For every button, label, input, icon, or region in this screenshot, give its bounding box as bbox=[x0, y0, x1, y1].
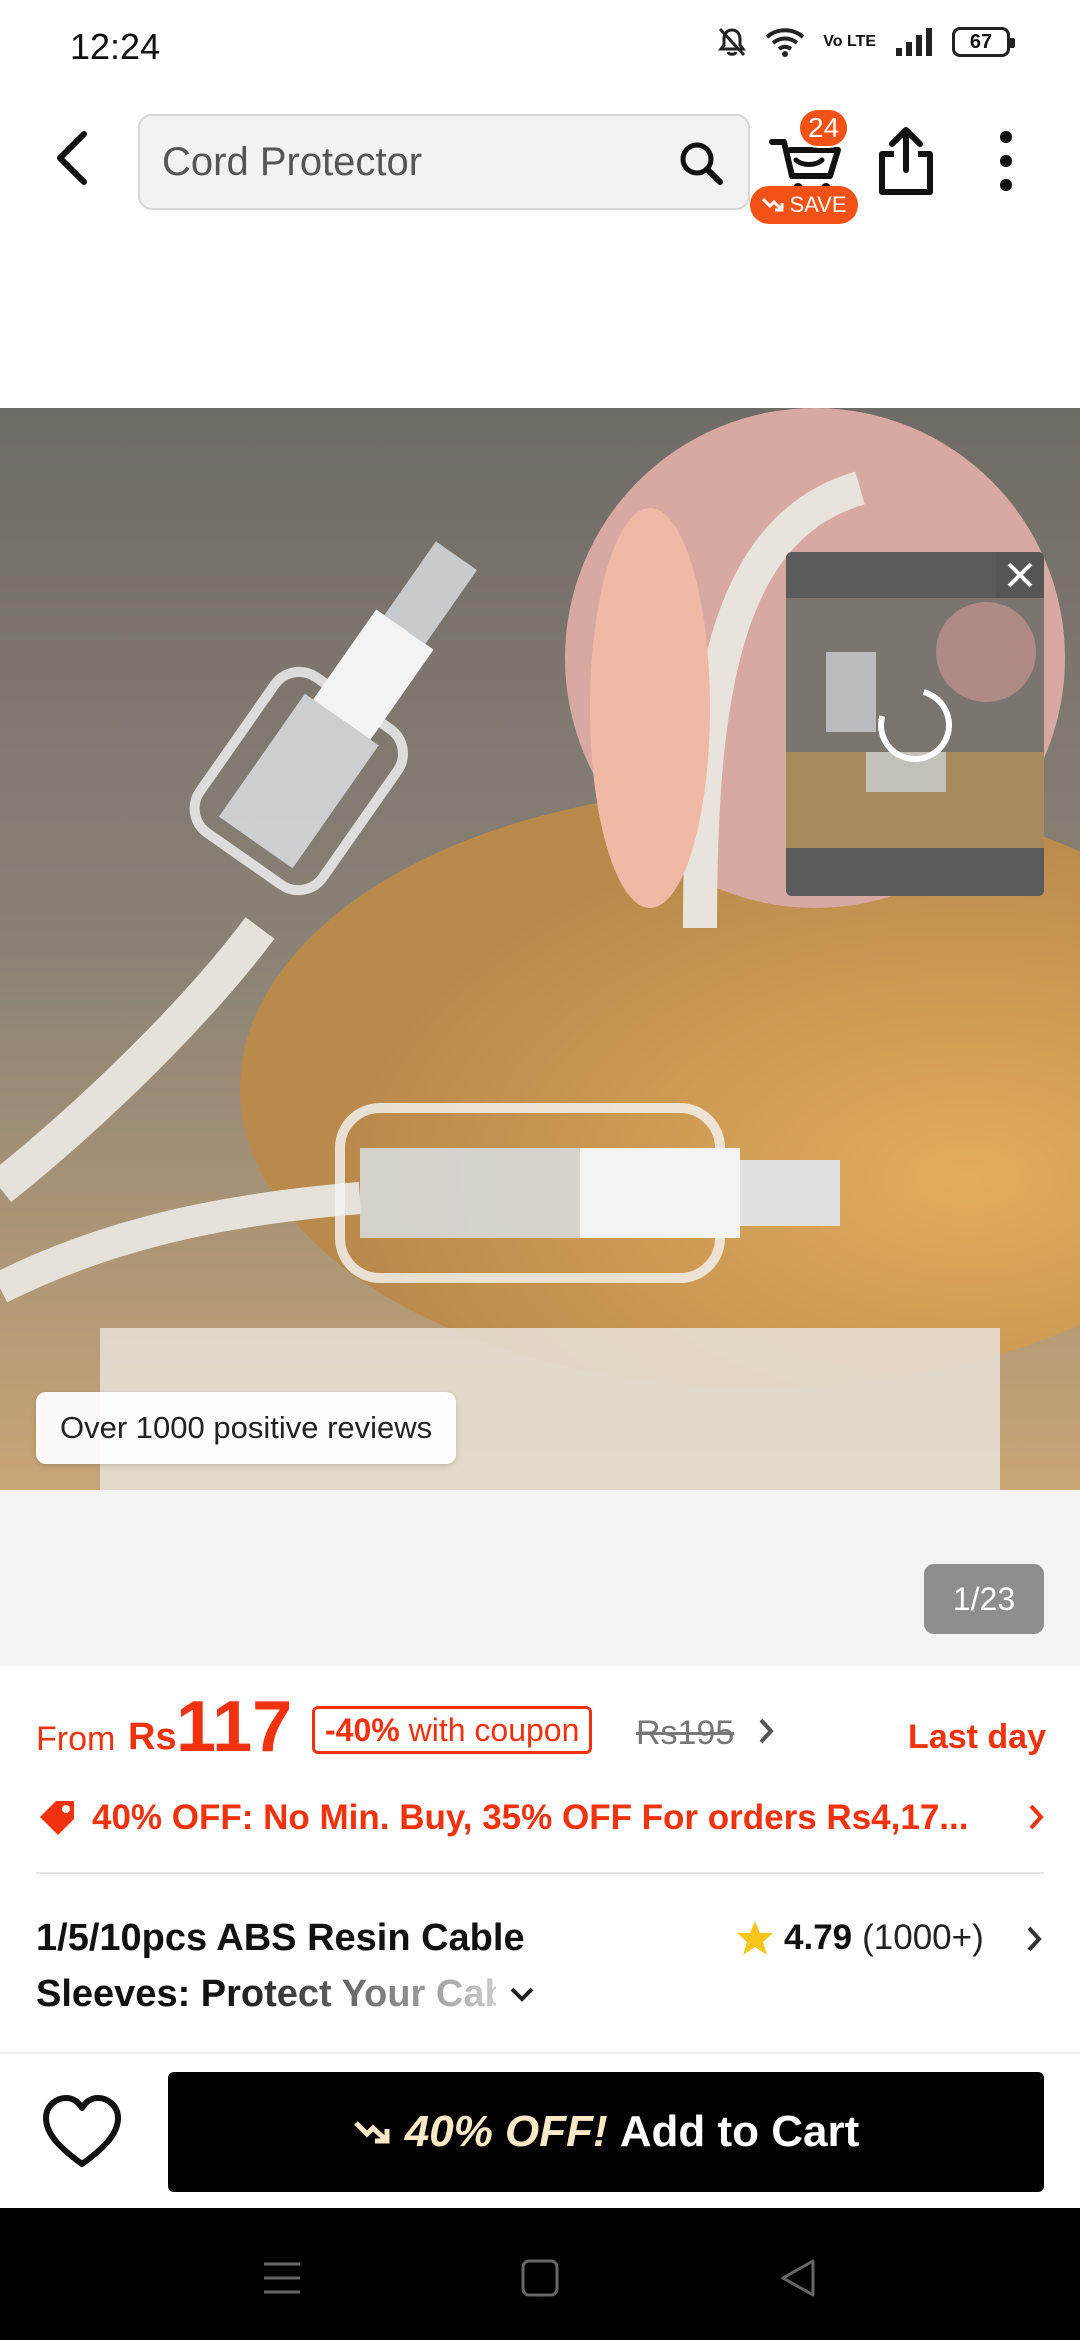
top-nav: 24 SAVE bbox=[0, 96, 1080, 226]
square-icon bbox=[521, 2259, 559, 2297]
home-button[interactable] bbox=[510, 2248, 570, 2308]
chevron-right-icon[interactable] bbox=[1024, 1924, 1044, 1954]
back-button[interactable] bbox=[40, 126, 104, 190]
status-time: 12:24 bbox=[70, 26, 161, 67]
search-icon[interactable] bbox=[678, 140, 724, 186]
rating[interactable]: 4.79 (1000+) bbox=[736, 1910, 984, 1966]
system-back-button[interactable] bbox=[768, 2248, 828, 2308]
price-row: From Rs 117 -40% with coupon Rs195 Last … bbox=[36, 1687, 1046, 1770]
signal-icon bbox=[896, 28, 932, 56]
wishlist-button[interactable] bbox=[40, 2094, 128, 2174]
add-to-cart-label: Add to Cart bbox=[619, 2107, 860, 2156]
battery-icon: 67 bbox=[952, 27, 1015, 57]
image-page-counter: 1/23 bbox=[924, 1564, 1044, 1634]
more-vertical-icon bbox=[1000, 131, 1012, 143]
recent-apps-button[interactable] bbox=[252, 2248, 312, 2308]
gallery-strip: 1/23 bbox=[0, 1490, 1080, 1666]
product-title-line2: Sleeves: Protect Your Cables Fro. bbox=[36, 1966, 496, 2022]
search-input[interactable] bbox=[162, 116, 642, 208]
from-label: From bbox=[36, 1720, 116, 1758]
product-title-line1: 1/5/10pcs ABS Resin Cable bbox=[36, 1917, 525, 1959]
cart-discount-label: 40% OFF! bbox=[404, 2107, 608, 2156]
promo-row[interactable]: 40% OFF: No Min. Buy, 35% OFF For orders… bbox=[36, 1790, 1046, 1846]
rating-count: (1000+) bbox=[862, 1918, 984, 1957]
deadline-label: Last day bbox=[908, 1718, 1046, 1756]
android-nav-bar bbox=[0, 2208, 1080, 2340]
status-icons: Vo LTE 67 bbox=[717, 26, 1015, 58]
coupon-discount: -40% bbox=[325, 1711, 400, 1748]
chevron-down-icon[interactable] bbox=[508, 1984, 536, 2004]
video-preview[interactable] bbox=[786, 552, 1044, 896]
bottom-action-bar: 40% OFF! Add to Cart bbox=[0, 2052, 1080, 2208]
title-row: 1/5/10pcs ABS Resin Cable Sleeves: Prote… bbox=[36, 1910, 1046, 2020]
more-options-button[interactable] bbox=[986, 126, 1026, 196]
mute-bell-icon bbox=[718, 27, 747, 57]
share-icon bbox=[879, 127, 933, 195]
heart-icon bbox=[43, 2095, 121, 2167]
save-label: SAVE bbox=[789, 192, 847, 217]
share-button[interactable] bbox=[874, 126, 938, 196]
add-to-cart-button[interactable]: 40% OFF! Add to Cart bbox=[168, 2072, 1044, 2192]
divider bbox=[36, 1872, 1044, 1874]
tag-icon bbox=[40, 1801, 74, 1835]
chevron-right-icon[interactable] bbox=[1026, 1802, 1046, 1832]
search-box[interactable] bbox=[138, 114, 750, 210]
original-price[interactable]: Rs195 bbox=[636, 1714, 734, 1753]
price-value: 117 bbox=[176, 1687, 293, 1767]
trend-down-icon bbox=[762, 197, 784, 212]
promo-text: 40% OFF: No Min. Buy, 35% OFF For orders… bbox=[92, 1798, 969, 1837]
rating-value: 4.79 bbox=[784, 1918, 853, 1957]
video-close-button[interactable] bbox=[996, 552, 1044, 598]
volte-icon: Vo LTE bbox=[823, 33, 876, 50]
cart-count-badge: 24 bbox=[798, 108, 850, 148]
star-icon bbox=[737, 1921, 773, 1955]
product-title[interactable]: 1/5/10pcs ABS Resin Cable Sleeves: Prote… bbox=[36, 1910, 676, 2022]
close-icon bbox=[1007, 562, 1033, 588]
status-bar: 12:24 Vo LTE 67 bbox=[0, 0, 1080, 96]
price-currency: Rs bbox=[128, 1716, 177, 1758]
menu-icon bbox=[264, 2262, 300, 2294]
back-arrow-icon bbox=[57, 131, 87, 185]
wifi-icon bbox=[765, 28, 805, 57]
reviews-chip: Over 1000 positive reviews bbox=[36, 1392, 457, 1464]
save-badge[interactable]: SAVE bbox=[750, 186, 858, 224]
triangle-back-icon bbox=[781, 2259, 815, 2297]
coupon-tag[interactable]: -40% with coupon bbox=[312, 1706, 593, 1754]
chevron-right-icon[interactable] bbox=[756, 1716, 776, 1746]
trend-down-icon bbox=[353, 2121, 390, 2144]
coupon-text: with coupon bbox=[408, 1711, 580, 1748]
